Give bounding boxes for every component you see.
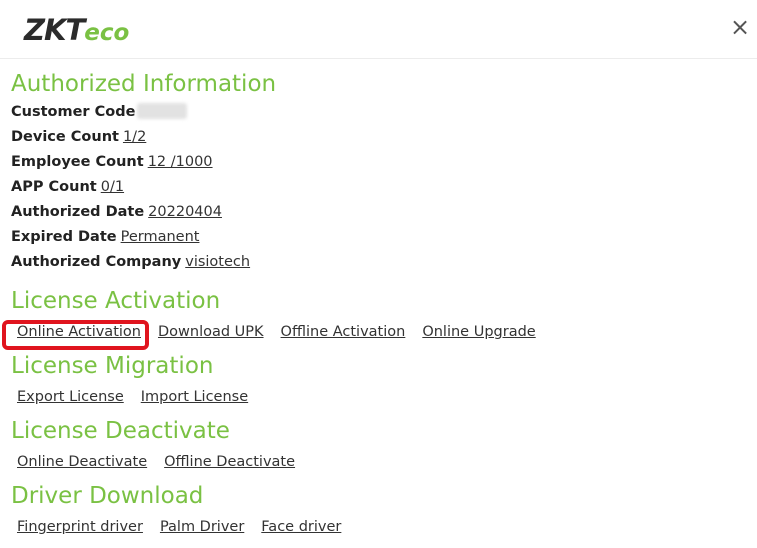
employee-count-label: Employee Count bbox=[11, 154, 144, 170]
logo-t: T bbox=[65, 13, 86, 47]
close-icon[interactable]: × bbox=[727, 14, 753, 40]
offline-activation-link[interactable]: Offline Activation bbox=[281, 317, 406, 347]
palm-driver-link[interactable]: Palm Driver bbox=[160, 512, 244, 542]
face-driver-link[interactable]: Face driver bbox=[261, 512, 341, 542]
driver-download-links: Fingerprint driver Palm Driver Face driver bbox=[11, 512, 751, 545]
license-migration-title: License Migration bbox=[11, 353, 214, 379]
zkteco-logo: ZKTeco bbox=[24, 14, 129, 46]
logo-zk: ZK bbox=[24, 13, 66, 47]
license-deactivate-links: Online Deactivate Offline Deactivate bbox=[11, 447, 751, 480]
license-content: Authorized Information Customer Code Dev… bbox=[11, 68, 751, 545]
logo-eco: eco bbox=[84, 20, 130, 46]
authorized-date-label: Authorized Date bbox=[11, 204, 145, 220]
authorized-information-title: Authorized Information bbox=[11, 71, 277, 97]
authorized-company-label: Authorized Company bbox=[11, 254, 182, 270]
employee-count-row: Employee Count 12 /1000 bbox=[11, 150, 751, 175]
online-activation-link[interactable]: Online Activation bbox=[17, 317, 141, 347]
customer-code-value-redacted bbox=[137, 103, 188, 119]
customer-code-label: Customer Code bbox=[11, 104, 136, 120]
expired-date-value[interactable]: Permanent bbox=[121, 229, 200, 245]
online-upgrade-link[interactable]: Online Upgrade bbox=[422, 317, 535, 347]
authorized-date-row: Authorized Date 20220404 bbox=[11, 200, 751, 225]
app-count-value[interactable]: 0/1 bbox=[101, 179, 124, 195]
authorized-company-value[interactable]: visiotech bbox=[185, 254, 250, 270]
employee-count-value[interactable]: 12 /1000 bbox=[148, 154, 213, 170]
import-license-link[interactable]: Import License bbox=[141, 382, 248, 412]
authorized-company-row: Authorized Company visiotech bbox=[11, 250, 751, 275]
dialog-header: ZKTeco × bbox=[0, 0, 757, 59]
license-deactivate-title: License Deactivate bbox=[11, 418, 230, 444]
customer-code-row: Customer Code bbox=[11, 100, 751, 125]
app-count-label: APP Count bbox=[11, 179, 97, 195]
expired-date-label: Expired Date bbox=[11, 229, 117, 245]
app-count-row: APP Count 0/1 bbox=[11, 175, 751, 200]
device-count-label: Device Count bbox=[11, 129, 119, 145]
online-deactivate-link[interactable]: Online Deactivate bbox=[17, 447, 147, 477]
driver-download-title: Driver Download bbox=[11, 483, 204, 509]
export-license-link[interactable]: Export License bbox=[17, 382, 124, 412]
device-count-row: Device Count 1/2 bbox=[11, 125, 751, 150]
offline-deactivate-link[interactable]: Offline Deactivate bbox=[164, 447, 295, 477]
license-activation-links: Online Activation Download UPK Offline Act… bbox=[11, 317, 751, 350]
download-upk-link[interactable]: Download UPK bbox=[158, 317, 264, 347]
license-activation-title: License Activation bbox=[11, 288, 221, 314]
fingerprint-driver-link[interactable]: Fingerprint driver bbox=[17, 512, 143, 542]
expired-date-row: Expired Date Permanent bbox=[11, 225, 751, 250]
device-count-value[interactable]: 1/2 bbox=[123, 129, 146, 145]
license-migration-links: Export License Import License bbox=[11, 382, 751, 415]
authorized-date-value[interactable]: 20220404 bbox=[148, 204, 222, 220]
